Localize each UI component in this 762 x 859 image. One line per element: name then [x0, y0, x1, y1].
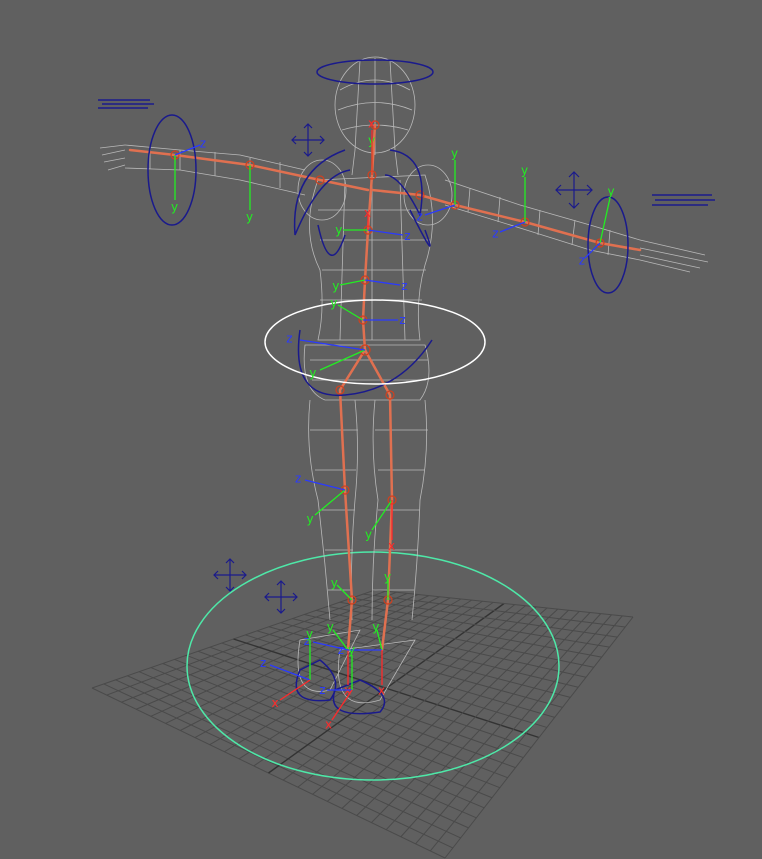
z-axis-line [499, 221, 526, 233]
z-axis-label: z [399, 313, 405, 327]
y-axis-label: y [307, 512, 314, 526]
z-axis-label: z [417, 210, 423, 224]
x-axis-label: x [388, 539, 395, 553]
z-axis-line [364, 279, 401, 286]
character-rig-scene[interactable]: yxyzxyzyzyzyzyxyyzyzyzyzyyyzxyzxyzxyzx [0, 0, 762, 859]
y-axis-line [336, 584, 353, 601]
y-axis-label: y [608, 184, 615, 198]
z-axis-label: z [200, 137, 206, 151]
y-axis-line [371, 499, 393, 531]
z-axis-label: z [579, 253, 585, 267]
skeleton-joints[interactable] [170, 120, 605, 605]
y-axis-line [599, 197, 611, 244]
ground-grid [91, 589, 634, 859]
y-axis-label: y [451, 146, 458, 160]
y-axis-line [314, 489, 346, 516]
y-axis-label: y [330, 296, 337, 310]
x-axis-label: x [368, 116, 375, 130]
z-axis-line [367, 229, 404, 236]
y-axis-label: y [335, 223, 342, 237]
z-axis-label: z [295, 472, 301, 486]
y-axis-label: y [365, 528, 372, 542]
y-axis-line [337, 304, 364, 321]
right-clavicle-control [384, 149, 423, 218]
move-icon [291, 123, 325, 157]
joint-orientation-axes: yxyzxyzyzyzyzyxyyzyzyzyzyyyzxyzxyzxyzx [171, 116, 615, 731]
right-finger-control [652, 194, 715, 206]
move-manipulator-icons[interactable] [213, 123, 593, 614]
z-axis-line [304, 479, 346, 491]
x-axis-label: x [364, 206, 371, 220]
3d-viewport[interactable]: yxyzxyzyzyzyzyxyyzyzyzyzyyyzxyzxyzxyzx [0, 0, 762, 859]
z-axis-label: z [401, 279, 407, 293]
z-axis-label: z [492, 227, 498, 241]
z-axis-label: z [319, 683, 325, 697]
y-axis-label: y [332, 279, 339, 293]
z-axis-label: z [338, 643, 344, 657]
y-axis-label: y [348, 643, 355, 657]
z-axis-label: z [404, 229, 410, 243]
y-axis-label: y [521, 163, 528, 177]
z-axis-line [424, 204, 456, 216]
root-control-circle[interactable] [186, 551, 560, 781]
y-axis-label: y [327, 620, 334, 634]
y-axis-label: y [372, 620, 379, 634]
y-axis-label: y [246, 210, 253, 224]
y-axis-label: y [309, 366, 316, 380]
left-finger-control [98, 99, 154, 109]
y-axis-label: y [384, 570, 391, 584]
x-axis-label: x [378, 683, 385, 697]
y-axis-label: y [331, 576, 338, 590]
z-axis-label: z [286, 332, 292, 346]
move-icon [264, 580, 298, 614]
y-axis-label: y [171, 200, 178, 214]
x-axis-label: x [272, 696, 279, 710]
x-axis-label: x [325, 718, 332, 732]
move-icon [555, 171, 593, 209]
z-axis-label: z [260, 656, 266, 670]
y-axis-label: y [306, 627, 313, 641]
